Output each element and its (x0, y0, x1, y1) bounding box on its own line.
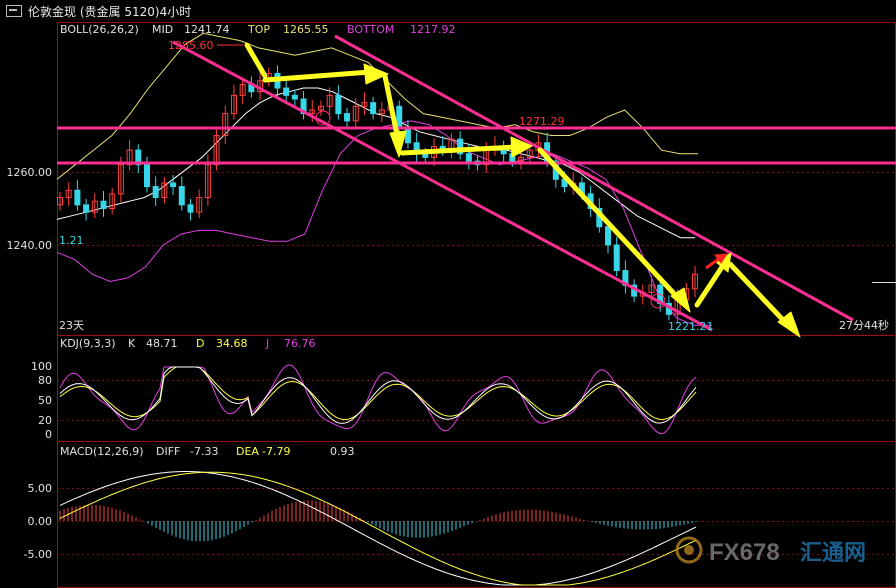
left-edge-label: 1.21 (59, 234, 84, 247)
boll-indicator-name: BOLL(26,26,2) (60, 23, 139, 36)
kdj-header: KDJ(9,3,3) K 48.71 D 34.68 J 76.76 (60, 337, 316, 350)
macd-tick-neg5: -5.00 (24, 548, 52, 561)
candle-body (335, 94, 342, 115)
candle-body (605, 226, 612, 246)
macd-dea-line (59, 471, 697, 586)
boll-top-label: TOP (247, 23, 270, 36)
macd-diff-label: DIFF (156, 445, 180, 458)
candle-body (100, 200, 107, 209)
macd-y-axis: 5.00 0.00 -5.00 (24, 482, 52, 561)
countdown-label: 27分44秒 (839, 318, 889, 332)
macd-diff-value: -7.33 (190, 445, 218, 458)
boll-mid-value: 1241.74 (184, 23, 230, 36)
kdj-tick-20: 20 (38, 414, 52, 427)
candle-body (178, 186, 185, 206)
candle-body (291, 94, 298, 100)
macd-tick-5: 5.00 (28, 482, 53, 495)
kdj-tick-0: 0 (45, 428, 52, 441)
macd-dea-label: DEA (236, 445, 259, 458)
high-annotation: 1285.60 (168, 39, 214, 52)
kdj-j-line (59, 364, 697, 435)
kdj-lines (59, 364, 697, 435)
boll-mid-label: MID (152, 23, 173, 36)
y-tick-1240: 1240.00 (7, 239, 53, 252)
macd-header: MACD(12,26,9) DIFF -7.33 DEA -7.79 0.93 (60, 445, 355, 458)
grid-lines (57, 172, 896, 555)
kdj-indicator-name: KDJ(9,3,3) (60, 337, 116, 350)
candle-body (283, 87, 290, 96)
candle-body (187, 204, 194, 213)
kdj-d-label: D (196, 337, 204, 350)
macd-histogram-value: 0.93 (330, 445, 355, 458)
kdj-k-label: K (128, 337, 136, 350)
kdj-k-line (59, 366, 697, 424)
candle-body (404, 127, 411, 144)
kdj-k-value: 48.71 (146, 337, 178, 350)
watermark-cn: 汇通网 (800, 541, 866, 566)
candles (57, 65, 698, 323)
boll-top-line (56, 32, 698, 180)
kdj-tick-80: 80 (38, 374, 52, 387)
candle-body (396, 105, 403, 129)
macd-histogram (59, 500, 697, 542)
boll-top-value: 1265.55 (283, 23, 329, 36)
kdj-d-value: 34.68 (216, 337, 248, 350)
candle-body (465, 153, 472, 162)
boll-bottom-line (56, 120, 712, 326)
trend-channel (57, 34, 896, 332)
channel-lower-line (172, 40, 713, 332)
boll-bottom-value: 1217.92 (410, 23, 456, 36)
kdj-y-axis: 100 80 50 20 0 (31, 360, 52, 441)
mid-annotation: 1271.29 (519, 115, 565, 128)
kdj-j-value: 76.76 (284, 337, 316, 350)
watermark-brand: FX678 (709, 539, 780, 566)
candle-body (143, 164, 150, 188)
candle-body (74, 189, 81, 206)
y-tick-1260: 1260.00 (7, 166, 53, 179)
candle-body (152, 186, 159, 199)
candle-body (613, 244, 620, 272)
kdj-d-line (59, 366, 697, 421)
channel-upper-line (334, 34, 854, 322)
kdj-j-label: J (265, 337, 269, 350)
kdj-tick-100: 100 (31, 360, 52, 373)
days-label: 23天 (59, 319, 84, 332)
macd-dea-value: -7.79 (262, 445, 290, 458)
stock-chart[interactable]: FX678 汇通网 BOLL(26,26,2) MID 1241.74 TOP … (0, 0, 896, 588)
candle-body (83, 204, 90, 213)
boll-header: BOLL(26,26,2) MID 1241.74 TOP 1265.55 BO… (60, 23, 456, 36)
fx678-watermark: FX678 汇通网 (675, 536, 866, 566)
kdj-tick-50: 50 (38, 394, 52, 407)
boll-bottom-label: BOTTOM (347, 23, 394, 36)
candle-body (170, 182, 177, 188)
candle-body (370, 102, 377, 115)
macd-indicator-name: MACD(12,26,9) (60, 445, 144, 458)
macd-tick-0: 0.00 (28, 515, 53, 528)
low-annotation: 1221.21 (668, 320, 714, 333)
candle-body (344, 113, 351, 122)
